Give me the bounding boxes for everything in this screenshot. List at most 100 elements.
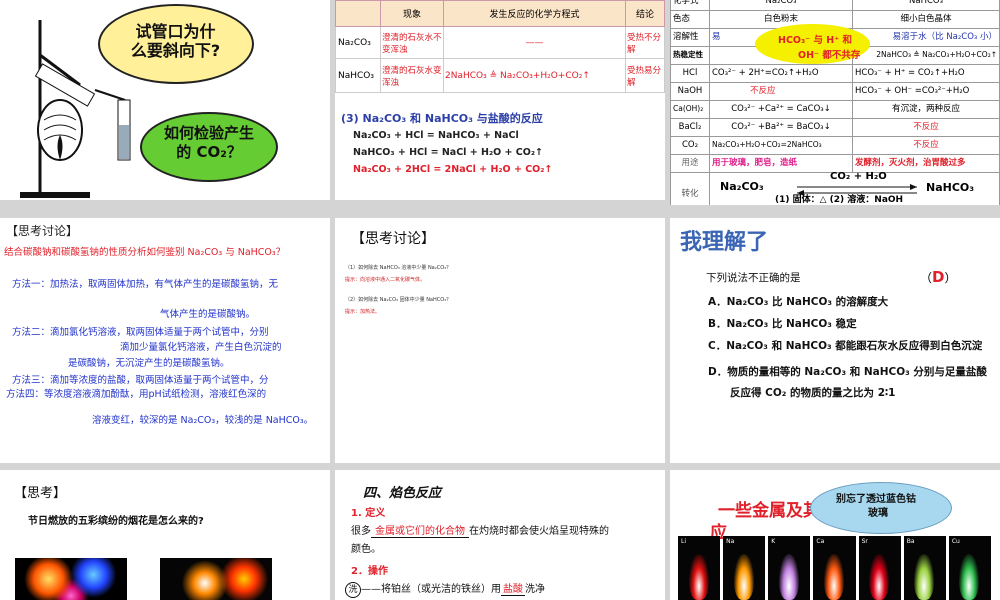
- col-head-phenomenon: 现象: [380, 0, 444, 27]
- row-b: 不反应: [852, 118, 1000, 137]
- answer-bracket: （D）: [920, 268, 957, 286]
- option-c: C．Na₂CO₃ 和 NaHCO₃ 都能跟石灰水反应得到白色沉淀: [708, 340, 983, 352]
- callout-line-2: OH⁻ 都不共存: [798, 50, 861, 61]
- convert-bottom: (1) 固体：△ (2) 溶液：NaOH: [775, 195, 904, 205]
- flame-cell: Ba: [903, 536, 946, 600]
- question-1: （1）如何除去 NaHCO₃ 溶液中少量 Na₂CO₃？: [345, 265, 452, 271]
- row-conclusion: 受热易分解: [625, 58, 665, 93]
- flame-cell: Cu: [948, 536, 991, 600]
- row-key: 热稳定性: [670, 46, 710, 65]
- flame-image: [959, 554, 980, 600]
- flame-image: [778, 554, 799, 600]
- slide-title: 【思考讨论】: [6, 224, 79, 238]
- row-name: Na₂CO₃: [335, 26, 381, 59]
- row-equation: 2NaHCO₃ ≜ Na₂CO₃+H₂O+CO₂↑: [443, 58, 626, 93]
- method-2c: 是碳酸钠，无沉淀产生的是碳酸氢钠。: [68, 358, 230, 369]
- row-b: NaHCO₃: [852, 0, 1000, 11]
- flame-strip: Li Na K Ca Sr Ba Cu: [678, 536, 994, 600]
- method-3b: 方法四：等浓度溶液滴加酚酞，用pH试纸检测，溶液红色深的: [6, 389, 267, 400]
- method-1b: 气体产生的是碳酸钠。: [160, 309, 256, 320]
- slide-title: 【思考讨论】: [351, 231, 435, 247]
- slide-5-thumbnail[interactable]: 【思考讨论】 （1）如何除去 NaHCO₃ 溶液中少量 Na₂CO₃？ 提示：向…: [335, 218, 665, 463]
- bubble-text-1: 试管口为什么要斜向下?: [130, 22, 221, 61]
- slide-1-thumbnail[interactable]: 试管口为什么要斜向下? 如何检验产生的 CO₂？: [0, 0, 330, 200]
- row-b: 细小白色晶体: [852, 10, 1000, 29]
- option-d-line1: D．物质的量相等的 Na₂CO₃ 和 NaHCO₃ 分别与足量盐酸: [708, 366, 987, 378]
- method-1a: 方法一：加热法，取两固体加热，有气体产生的是碳酸氢钠，无: [12, 279, 279, 290]
- slide-2-thumbnail[interactable]: 现象 发生反应的化学方程式 结论 Na₂CO₃ 澄清的石灰水不变浑浊 —— 受热…: [335, 0, 665, 200]
- question-text: 节日燃放的五彩缤纷的烟花是怎么来的?: [28, 516, 204, 527]
- row-key: NaOH: [670, 82, 710, 101]
- convert-right: NaHCO₃: [926, 181, 975, 194]
- flame-image: [823, 554, 844, 600]
- flame-label: Sr: [861, 538, 868, 545]
- slide-6-thumbnail[interactable]: 我理解了 下列说法不正确的是 （D） A．Na₂CO₃ 比 NaHCO₃ 的溶解…: [670, 218, 1000, 463]
- method-3c: 溶液变红，较深的是 Na₂CO₃，较浅的是 NaHCO₃。: [92, 415, 314, 426]
- row-a: Na₂CO₃: [709, 0, 853, 11]
- heating-table: 现象 发生反应的化学方程式 结论 Na₂CO₃ 澄清的石灰水不变浑浊 —— 受热…: [335, 0, 665, 93]
- definition-line: 很多 金属或它们的化合物 在灼烧时都会使火焰呈现特殊的: [351, 522, 609, 538]
- slide-9-thumbnail[interactable]: 一些金属及其化合物的焰色反 应 别忘了透过蓝色钴 玻璃 LiNaKCaSrBaC…: [670, 470, 1000, 600]
- flame-cell: Li: [678, 536, 721, 600]
- operation-heading: 2．操作: [351, 566, 388, 577]
- row-b: 发酵剂，灭火剂，治胃酸过多: [852, 154, 1000, 173]
- callout-line-1: HCO₃⁻ 与 H⁺ 和: [778, 35, 853, 46]
- method-3a: 方法三：滴加等浓度的盐酸，取两固体适量于两个试管中，分: [12, 375, 269, 386]
- flame-image: [914, 554, 935, 600]
- col-head-equation: 发生反应的化学方程式: [443, 0, 626, 27]
- wash-pre: ——将铂丝（或光洁的铁丝）用: [361, 584, 501, 595]
- convert-top: CO₂ + H₂O: [830, 171, 887, 182]
- option-a: A．Na₂CO₃ 比 NaHCO₃ 的溶解度大: [708, 296, 889, 308]
- row-b: 2NaHCO₃ ≜ Na₂CO₃+H₂O+CO₂↑: [852, 46, 1000, 65]
- row-key: 色态: [670, 10, 710, 29]
- answer-letter: D: [932, 268, 945, 286]
- slide-3-thumbnail[interactable]: 化学式 Na₂CO₃ NaHCO₃ 色态 白色粉末 细小白色晶体 溶解性易易溶于水（比 …: [670, 0, 1000, 205]
- cloud-text-2: 玻璃: [868, 508, 888, 519]
- row-phenomenon: 澄清的石灰水不变浑浊: [380, 26, 444, 59]
- hcl-reaction-heading: (3) Na₂CO₃ 和 NaHCO₃ 与盐酸的反应: [341, 112, 543, 125]
- wash-char: 洗: [345, 582, 361, 598]
- flame-label: Li: [681, 538, 687, 545]
- convert-label: 转化: [670, 172, 710, 205]
- row-b: 易溶于水（比 Na₂CO₃ 小）: [852, 28, 1000, 47]
- flame-image: [733, 554, 754, 600]
- equation-2: NaHCO₃ + HCl = NaCl + H₂O + CO₂↑: [353, 147, 543, 158]
- definition-end: 颜色。: [351, 544, 381, 555]
- row-a: 用于玻璃，肥皂，造纸: [709, 154, 853, 173]
- question-2: （2）如何除去 Na₂CO₃ 固体中少量 NaHCO₃？: [345, 297, 452, 303]
- equation-3: Na₂CO₃ + 2HCl = 2NaCl + H₂O + CO₂↑: [353, 164, 553, 175]
- row-conclusion: 受热不分解: [625, 26, 665, 59]
- slide-4-thumbnail[interactable]: 【思考讨论】 结合碳酸钠和碳酸氢钠的性质分析如何鉴别 Na₂CO₃ 与 NaHC…: [0, 218, 330, 463]
- row-a: CO₃²⁻ +Ca²⁺ = CaCO₃↓: [709, 100, 853, 119]
- slide-title: 四、焰色反应: [363, 486, 442, 501]
- row-key: Ca(OH)₂: [670, 100, 710, 119]
- row-a: 不反应: [709, 82, 853, 101]
- method-2b: 滴加少量氯化钙溶液，产生白色沉淀的: [120, 342, 282, 353]
- flame-label: Na: [726, 538, 735, 545]
- flame-cell: Sr: [858, 536, 901, 600]
- equation-1: Na₂CO₃ + HCl = NaHCO₃ + NaCl: [353, 130, 519, 141]
- flame-image: [869, 554, 890, 600]
- flame-image: [688, 554, 709, 600]
- option-d-line2: 反应得 CO₂ 的物质的量之比为 2∶1: [730, 387, 896, 399]
- convert-left: Na₂CO₃: [720, 180, 764, 193]
- flame-label: Cu: [951, 538, 960, 545]
- slide-title: 我理解了: [680, 230, 769, 255]
- flame-cell: Ca: [813, 536, 856, 600]
- cloud-text-1: 别忘了透过蓝色钴: [836, 494, 916, 505]
- bubble-text-2: 如何检验产生的 CO₂？: [163, 124, 254, 161]
- question-text: 结合碳酸钠和碳酸氢钠的性质分析如何鉴别 Na₂CO₃ 与 NaHCO₃？: [4, 247, 286, 258]
- option-b: B．Na₂CO₃ 比 NaHCO₃ 稳定: [708, 318, 857, 330]
- row-a: CO₃²⁻ +Ba²⁺ = BaCO₃↓: [709, 118, 853, 137]
- row-key: HCl: [670, 64, 710, 83]
- row-b: 不反应: [852, 136, 1000, 155]
- definition-heading: 1. 定义: [351, 508, 386, 519]
- definition-pre: 很多: [351, 526, 371, 537]
- wash-post: 洗净: [525, 584, 545, 595]
- row-key: 化学式: [670, 0, 710, 11]
- slide-8-thumbnail[interactable]: 四、焰色反应 1. 定义 很多 金属或它们的化合物 在灼烧时都会使火焰呈现特殊的 颜…: [335, 470, 665, 600]
- slide-7-thumbnail[interactable]: 【思考】 节日燃放的五彩缤纷的烟花是怎么来的?: [0, 470, 330, 600]
- fireworks-photo-1: [15, 558, 127, 600]
- flame-cell: Na: [723, 536, 766, 600]
- wash-step: 洗 ——将铂丝（或光洁的铁丝）用 盐酸 洗净: [345, 580, 545, 598]
